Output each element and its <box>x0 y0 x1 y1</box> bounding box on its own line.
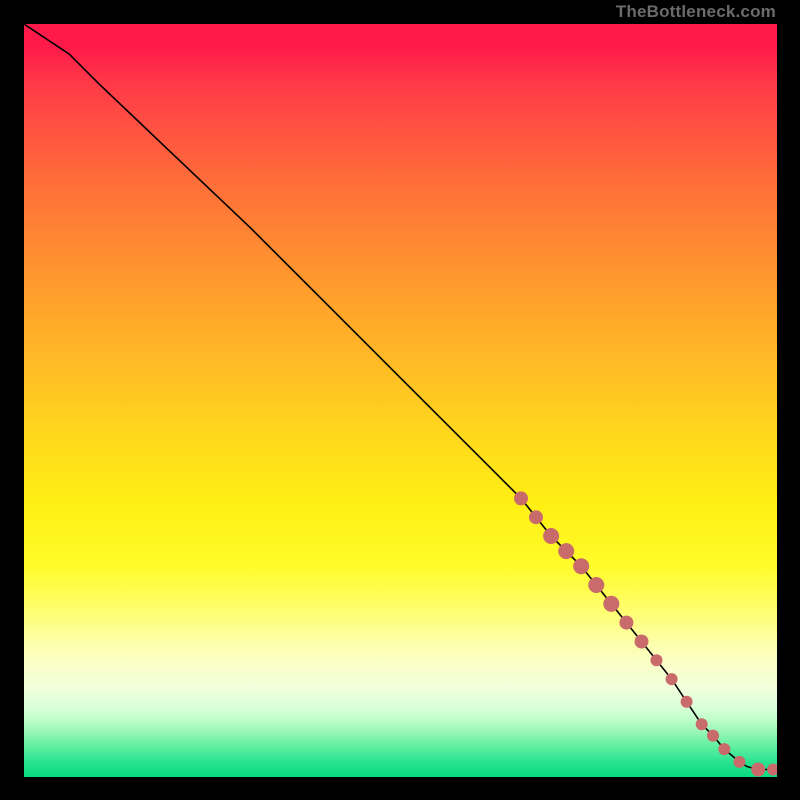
data-marker <box>619 616 633 630</box>
chart-overlay <box>24 24 777 777</box>
data-marker <box>635 635 649 649</box>
data-marker <box>666 673 678 685</box>
curve-line <box>24 24 758 770</box>
data-marker <box>681 696 693 708</box>
data-marker <box>651 654 663 666</box>
data-marker <box>696 718 708 730</box>
marker-group <box>514 491 777 776</box>
data-marker <box>573 558 589 574</box>
data-marker <box>529 510 543 524</box>
data-marker <box>751 763 765 777</box>
plot-area <box>24 24 777 777</box>
data-marker <box>558 543 574 559</box>
data-marker <box>588 577 604 593</box>
data-marker <box>603 596 619 612</box>
data-marker <box>514 491 528 505</box>
data-marker <box>707 730 719 742</box>
attribution-label: TheBottleneck.com <box>616 2 776 22</box>
data-marker <box>718 743 730 755</box>
data-marker <box>767 764 777 776</box>
data-marker <box>733 756 745 768</box>
chart-frame: TheBottleneck.com <box>0 0 800 800</box>
data-marker <box>543 528 559 544</box>
